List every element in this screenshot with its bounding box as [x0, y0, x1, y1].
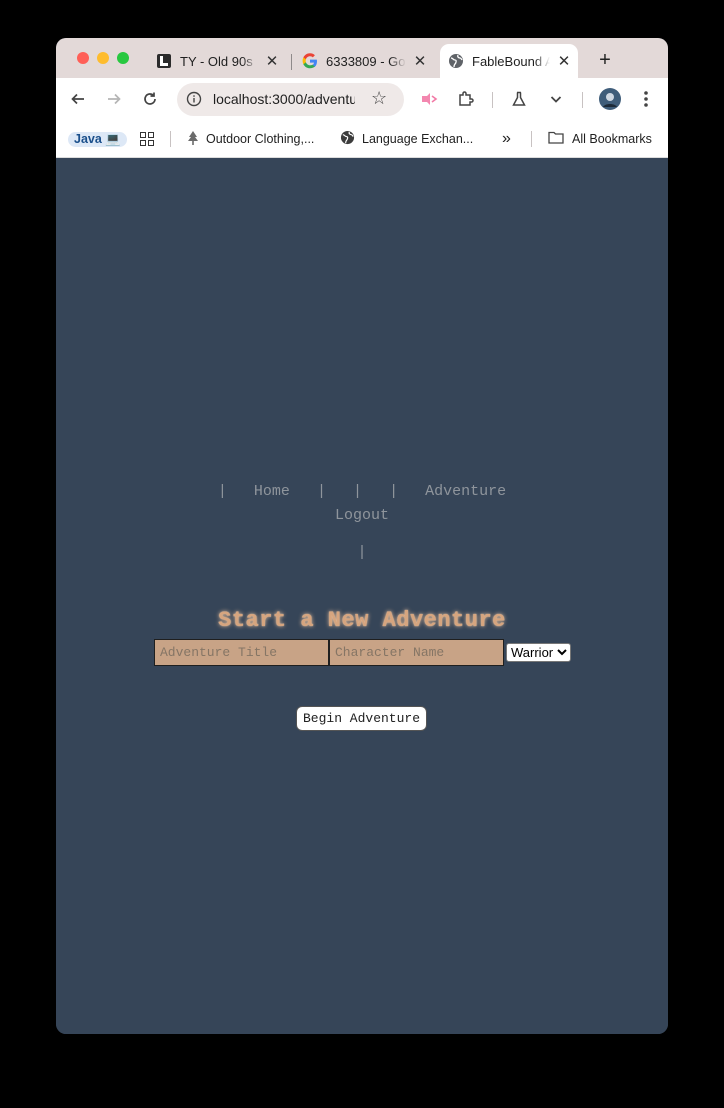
page-content: | Home | | | Adventure Logout | Start a …	[56, 158, 668, 1034]
profile-avatar[interactable]	[596, 86, 624, 112]
tab-divider	[291, 54, 292, 70]
reload-icon[interactable]	[136, 86, 164, 112]
nav-separator: |	[353, 483, 363, 500]
close-tab-icon[interactable]: ✕	[264, 52, 280, 70]
bookmarks-overflow-button[interactable]: »	[502, 129, 511, 149]
tab-search-chevron-icon[interactable]	[542, 86, 570, 112]
browser-window: TY - Old 90s ✕ 6333809 - Google ✕ FableB…	[56, 38, 668, 1034]
toolbar-divider	[582, 92, 583, 108]
more-menu-icon[interactable]	[632, 86, 660, 112]
site-info-icon[interactable]	[186, 91, 202, 107]
folder-icon	[548, 131, 564, 147]
tab-title: 6333809 - Google	[326, 53, 406, 69]
nav-link-home[interactable]: Home	[254, 483, 290, 500]
all-bookmarks-button[interactable]: All Bookmarks	[548, 129, 652, 149]
bookmark-label: Outdoor Clothing,...	[206, 132, 315, 146]
toolbar-divider	[492, 92, 493, 108]
globe-icon	[448, 53, 464, 69]
close-tab-icon[interactable]: ✕	[556, 52, 572, 70]
nav-separator: |	[217, 483, 227, 500]
extensions-puzzle-icon[interactable]	[452, 86, 480, 112]
tab-title: FableBound Adventure	[472, 53, 550, 69]
close-tab-icon[interactable]: ✕	[412, 52, 428, 70]
nav-separator: |	[357, 544, 367, 561]
double-chevron-icon: »	[502, 130, 511, 147]
tab-2[interactable]: 6333809 - Google ✕	[296, 44, 434, 78]
tree-icon	[187, 130, 199, 148]
bookmark-label: All Bookmarks	[572, 132, 652, 146]
bookmark-label: Language Exchan...	[362, 132, 474, 146]
close-window-button[interactable]	[77, 52, 89, 64]
bookmark-star-icon[interactable]: ☆	[371, 88, 387, 109]
character-class-select[interactable]: Warrior	[506, 643, 571, 662]
bookmark-label: Java 💻	[68, 131, 127, 147]
bookmark-divider	[531, 131, 532, 147]
main-nav: | Home | | | Adventure Logout	[56, 480, 668, 528]
letterboxd-icon	[156, 53, 172, 69]
tab-strip: TY - Old 90s ✕ 6333809 - Google ✕ FableB…	[56, 38, 668, 78]
back-arrow-icon[interactable]	[64, 86, 92, 112]
url-text[interactable]: localhost:3000/adventure	[213, 91, 355, 107]
bookmark-language-exchange[interactable]: Language Exchan...	[340, 129, 473, 149]
labs-flask-icon[interactable]	[505, 86, 533, 112]
adventure-title-input[interactable]	[154, 639, 329, 666]
character-name-input[interactable]	[329, 639, 504, 666]
new-adventure-form: Warrior	[154, 639, 571, 666]
globe-icon	[340, 130, 355, 148]
tab-title: TY - Old 90s	[180, 53, 253, 69]
bookmark-outdoor-clothing[interactable]: Outdoor Clothing,...	[187, 129, 314, 149]
begin-adventure-button[interactable]: Begin Adventure	[296, 706, 427, 731]
bookmarks-bar: Java 💻 Outdoor Clothing,... Language Exc…	[56, 120, 668, 158]
browser-toolbar: localhost:3000/adventure ☆	[56, 78, 668, 120]
nav-link-logout[interactable]: Logout	[335, 507, 389, 524]
media-cast-icon[interactable]	[415, 86, 443, 112]
tab-3-active[interactable]: FableBound Adventure ✕	[440, 44, 578, 78]
tab-1[interactable]: TY - Old 90s ✕	[148, 44, 286, 78]
new-tab-button[interactable]: +	[591, 46, 619, 74]
apps-grid-icon[interactable]	[140, 129, 154, 149]
bookmark-divider	[170, 131, 171, 147]
address-bar[interactable]: localhost:3000/adventure ☆	[177, 83, 404, 116]
minimize-window-button[interactable]	[97, 52, 109, 64]
forward-arrow-icon[interactable]	[100, 86, 128, 112]
bookmark-java[interactable]: Java 💻	[68, 129, 127, 149]
nav-separator: |	[316, 483, 326, 500]
nav-link-adventure[interactable]: Adventure	[425, 483, 506, 500]
google-icon	[302, 53, 318, 69]
page-title: Start a New Adventure	[218, 608, 506, 633]
maximize-window-button[interactable]	[117, 52, 129, 64]
nav-separator: |	[389, 483, 399, 500]
